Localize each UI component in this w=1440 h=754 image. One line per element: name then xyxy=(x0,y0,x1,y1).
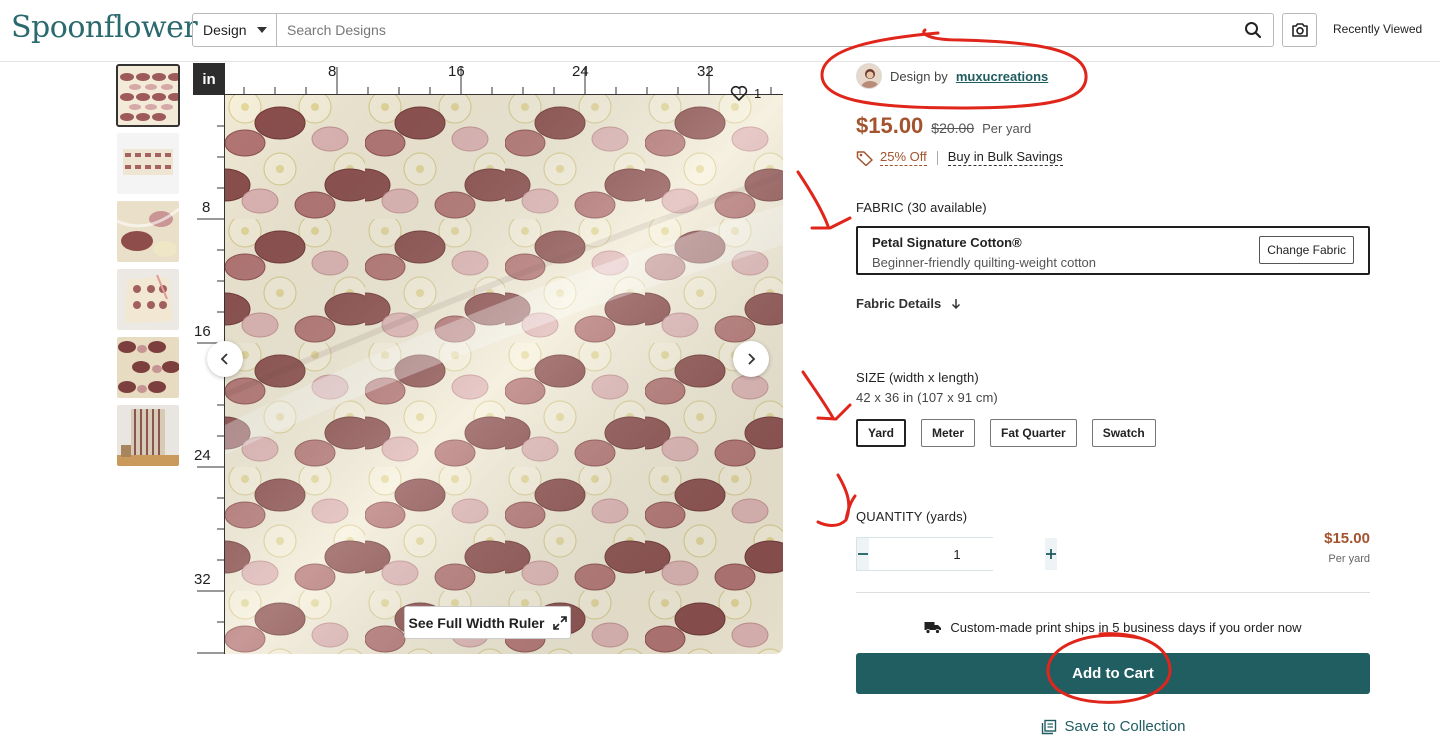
ruler-top-label: 24 xyxy=(572,63,589,80)
discount-row: 25% Off Buy in Bulk Savings xyxy=(856,149,1063,166)
plus-icon xyxy=(1046,549,1056,559)
save-to-collection-label: Save to Collection xyxy=(1064,718,1186,735)
divider xyxy=(856,592,1370,593)
fabric-name: Petal Signature Cotton® xyxy=(872,235,1022,250)
tag-icon xyxy=(856,150,873,166)
heart-icon xyxy=(730,85,748,101)
expand-icon xyxy=(552,615,567,630)
search-input[interactable] xyxy=(277,14,1233,46)
shipping-info: Custom-made print ships in 5 business da… xyxy=(856,620,1370,635)
truck-icon xyxy=(924,622,942,634)
price-row: $15.00 $20.00 Per yard xyxy=(856,113,1031,139)
fabric-preview-image[interactable] xyxy=(225,95,783,654)
minus-icon xyxy=(858,553,868,555)
ruler-top-label: 16 xyxy=(448,63,465,80)
decrease-quantity-button[interactable] xyxy=(857,538,869,570)
save-to-collection-button[interactable]: Save to Collection xyxy=(856,718,1370,735)
chevron-right-icon xyxy=(748,353,756,365)
annotation-arrow-fabric xyxy=(796,170,852,230)
bulk-savings-link[interactable]: Buy in Bulk Savings xyxy=(947,149,1063,166)
fabric-description: Beginner-friendly quilting-weight cotton xyxy=(872,255,1097,270)
annotation-arrow-quantity xyxy=(816,473,857,527)
ruler-top-label: 8 xyxy=(328,63,337,80)
quantity-input[interactable] xyxy=(869,538,1045,570)
collection-icon xyxy=(1041,719,1056,734)
size-option-meter[interactable]: Meter xyxy=(921,419,976,447)
discount-badge: 25% Off xyxy=(880,149,927,166)
quantity-stepper xyxy=(856,537,1057,571)
price-unit: Per yard xyxy=(982,121,1032,136)
annotation-arrow-size xyxy=(801,370,852,421)
ruler-left-label: 32 xyxy=(194,571,211,588)
thumbnail-folded-fabric[interactable] xyxy=(117,133,179,194)
size-option-yard[interactable]: Yard xyxy=(856,419,907,447)
next-image-button[interactable] xyxy=(733,341,769,377)
ruler-left-label: 8 xyxy=(202,199,211,216)
thumbnail-pillow[interactable] xyxy=(117,269,179,330)
shipping-text: Custom-made print ships in 5 business da… xyxy=(950,620,1302,635)
caret-down-icon xyxy=(256,27,267,33)
arrow-down-icon xyxy=(952,298,961,309)
search-type-label: Design xyxy=(203,22,247,38)
thumbnail-swatch[interactable] xyxy=(116,64,180,127)
ruler-left-label: 24 xyxy=(194,447,211,464)
search-icon xyxy=(1245,22,1262,39)
line-total-price: $15.00 xyxy=(1324,530,1370,547)
size-option-swatch[interactable]: Swatch xyxy=(1091,419,1156,447)
previous-image-button[interactable] xyxy=(207,341,243,377)
designer-credit: Design by muxucreations xyxy=(856,63,1048,89)
ruler-top-label: 32 xyxy=(697,63,714,80)
full-ruler-label: See Full Width Ruler xyxy=(408,614,545,631)
divider xyxy=(936,150,938,165)
visual-search-button[interactable] xyxy=(1282,13,1317,47)
original-price: $20.00 xyxy=(931,120,975,136)
fabric-selector[interactable]: Petal Signature Cotton® Beginner-friendl… xyxy=(856,226,1370,275)
size-option-fat-quarter[interactable]: Fat Quarter xyxy=(990,419,1077,447)
favorite-button[interactable]: 1 xyxy=(730,83,761,103)
recently-viewed-link[interactable]: Recently Viewed xyxy=(1333,22,1422,36)
size-label: SIZE (width x length) xyxy=(856,370,979,385)
camera-icon xyxy=(1291,23,1308,37)
designer-link[interactable]: muxucreations xyxy=(956,69,1048,84)
change-fabric-button[interactable]: Change Fabric xyxy=(1259,236,1354,264)
search-button[interactable] xyxy=(1233,14,1273,46)
increase-quantity-button[interactable] xyxy=(1045,538,1057,570)
ruler-top: 8 16 24 32 xyxy=(225,63,783,95)
sale-price: $15.00 xyxy=(856,113,924,138)
thumbnail-room-scene[interactable] xyxy=(117,405,179,466)
fabric-details-toggle[interactable]: Fabric Details xyxy=(856,296,961,311)
thumbnail-fabric-closeup[interactable] xyxy=(117,201,179,262)
unit-toggle[interactable]: in xyxy=(193,63,225,95)
chevron-left-icon xyxy=(220,353,228,365)
add-to-cart-button[interactable]: Add to Cart xyxy=(856,653,1370,694)
design-viewer: in 8 16 24 32 8 16 24 32 xyxy=(193,63,783,654)
favorite-count: 1 xyxy=(754,85,762,101)
quantity-label: QUANTITY (yards) xyxy=(856,509,968,524)
spoonflower-logo[interactable]: Spoonflower xyxy=(11,10,198,45)
size-options: Yard Meter Fat Quarter Swatch xyxy=(856,419,1156,447)
designer-prefix: Design by xyxy=(890,68,948,84)
size-dimensions: 42 x 36 in (107 x 91 cm) xyxy=(856,390,998,405)
ruler-left-label: 16 xyxy=(194,323,211,340)
fabric-label: FABRIC (30 available) xyxy=(856,200,987,215)
designer-avatar[interactable] xyxy=(856,63,882,89)
thumbnail-pattern-large[interactable] xyxy=(117,337,179,398)
search-type-dropdown[interactable]: Design xyxy=(193,14,277,46)
fabric-details-label: Fabric Details xyxy=(856,296,942,311)
line-total-unit: Per yard xyxy=(1328,553,1370,565)
full-width-ruler-button[interactable]: See Full Width Ruler xyxy=(404,606,571,639)
search-bar: Design xyxy=(192,13,1274,47)
site-header: Spoonflower Design Recently Viewed xyxy=(0,0,1440,62)
thumbnail-list xyxy=(116,64,180,473)
